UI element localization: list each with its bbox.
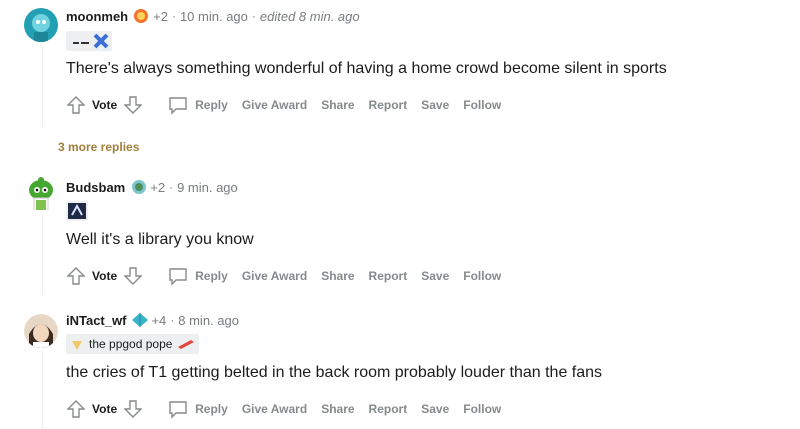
- downvote-icon: [124, 96, 143, 114]
- avatar[interactable]: [24, 314, 58, 348]
- thread-line[interactable]: [42, 46, 43, 126]
- thread-line[interactable]: [42, 350, 43, 429]
- vote-label: Vote: [92, 402, 118, 416]
- share-button[interactable]: Share: [321, 402, 354, 416]
- share-button[interactable]: Share: [321, 98, 354, 112]
- follow-button[interactable]: Follow: [463, 402, 501, 416]
- vote-label: Vote: [92, 269, 118, 283]
- flair-image-icon: [68, 203, 86, 219]
- reply-icon: [167, 399, 189, 419]
- downvote-button[interactable]: [121, 264, 145, 288]
- comment-text: There's always something wonderful of ha…: [66, 60, 667, 77]
- save-button[interactable]: Save: [421, 98, 449, 112]
- user-flair: [66, 31, 112, 51]
- save-button[interactable]: Save: [421, 269, 449, 283]
- downvote-button[interactable]: [121, 397, 145, 421]
- report-button[interactable]: Report: [369, 402, 408, 416]
- award-icon[interactable]: [131, 312, 149, 328]
- share-button[interactable]: Share: [321, 269, 354, 283]
- separator-dot: ·: [251, 9, 256, 23]
- give-award-button[interactable]: Give Award: [242, 98, 307, 112]
- reply-button[interactable]: Reply: [167, 266, 228, 286]
- comment-text: Well it's a library you know: [66, 231, 254, 248]
- timestamp[interactable]: 10 min. ago: [180, 9, 248, 24]
- comment-meta: iNTact_wf +4 · 8 min. ago: [66, 312, 239, 328]
- upvote-icon: [67, 400, 85, 418]
- comment-meta: moonmeh +2 · 10 min. ago · edited 8 min.…: [66, 8, 360, 24]
- flair-emoji-icon: [178, 340, 195, 349]
- separator-dot: ·: [171, 9, 176, 23]
- separator-dot: ·: [169, 180, 174, 194]
- downvote-button[interactable]: [121, 93, 145, 117]
- comment-actions: Vote Reply Give Award Share Report Save …: [64, 396, 515, 422]
- comment-meta: Budsbam +2 · 9 min. ago: [66, 179, 238, 195]
- flair-badge: [66, 201, 88, 221]
- avatar[interactable]: [24, 176, 58, 210]
- thread-line[interactable]: [42, 214, 43, 294]
- award-count: +2: [150, 179, 166, 195]
- report-button[interactable]: Report: [369, 269, 408, 283]
- award-icon[interactable]: [133, 8, 149, 24]
- report-button[interactable]: Report: [369, 98, 408, 112]
- downvote-icon: [124, 267, 143, 285]
- upvote-icon: [67, 96, 85, 114]
- reply-button[interactable]: Reply: [167, 95, 228, 115]
- reply-icon: [167, 95, 189, 115]
- flair-emoji-icon: [72, 341, 82, 350]
- edited-timestamp: edited 8 min. ago: [259, 8, 360, 24]
- flair-text: the ppgod pope: [89, 337, 173, 351]
- timestamp[interactable]: 8 min. ago: [178, 313, 239, 328]
- give-award-button[interactable]: Give Award: [242, 402, 307, 416]
- follow-button[interactable]: Follow: [463, 98, 501, 112]
- upvote-button[interactable]: [64, 397, 88, 421]
- user-flair: [66, 201, 88, 221]
- award-icon[interactable]: [130, 179, 147, 195]
- flair-badge: [66, 31, 112, 51]
- more-replies-link[interactable]: 3 more replies: [58, 140, 139, 154]
- timestamp[interactable]: 9 min. ago: [177, 180, 238, 195]
- comment-actions: Vote Reply Give Award Share Report Save …: [64, 263, 515, 289]
- flair-image-icon: [69, 33, 109, 49]
- author-name[interactable]: Budsbam: [66, 180, 125, 195]
- avatar[interactable]: [24, 8, 58, 42]
- upvote-icon: [67, 267, 85, 285]
- comment-actions: Vote Reply Give Award Share Report Save …: [64, 92, 515, 118]
- follow-button[interactable]: Follow: [463, 269, 501, 283]
- vote-label: Vote: [92, 98, 118, 112]
- save-button[interactable]: Save: [421, 402, 449, 416]
- flair-badge: the ppgod pope: [66, 334, 200, 354]
- upvote-button[interactable]: [64, 93, 88, 117]
- user-flair: the ppgod pope: [66, 334, 200, 354]
- separator-dot: ·: [170, 313, 175, 327]
- downvote-icon: [124, 400, 143, 418]
- author-name[interactable]: moonmeh: [66, 9, 128, 24]
- upvote-button[interactable]: [64, 264, 88, 288]
- comment-text: the cries of T1 getting belted in the ba…: [66, 364, 603, 381]
- author-name[interactable]: iNTact_wf: [66, 313, 126, 328]
- reply-button[interactable]: Reply: [167, 399, 228, 419]
- award-count: +4: [151, 312, 167, 328]
- give-award-button[interactable]: Give Award: [242, 269, 307, 283]
- award-count: +2: [153, 8, 168, 24]
- reply-icon: [167, 266, 189, 286]
